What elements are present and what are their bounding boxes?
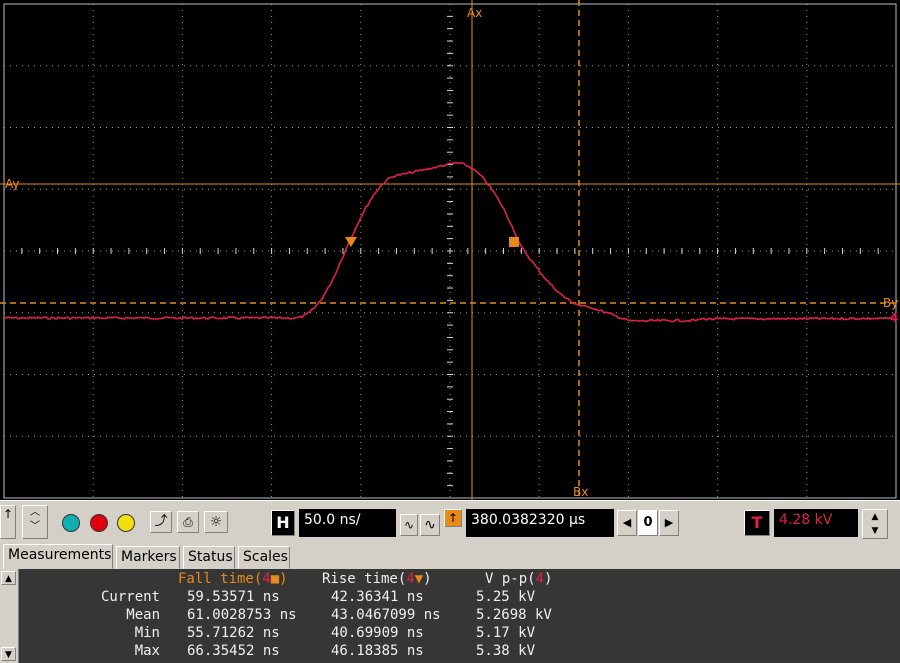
measurement-row-label: Current: [100, 589, 160, 605]
print-icon[interactable]: ⎙: [177, 511, 199, 533]
scroll-down-icon[interactable]: ▼: [1, 647, 16, 661]
fall-time-value: 66.35452 ns: [187, 643, 280, 659]
cursor-ax-label[interactable]: Ax: [467, 6, 482, 20]
cursor-by-label[interactable]: By: [883, 296, 898, 310]
tab-measurements[interactable]: Measurements: [3, 544, 113, 569]
vpp-header[interactable]: V p-p(4): [485, 571, 552, 587]
waveform-graticule[interactable]: [0, 0, 900, 500]
measurements-panel: Fall time(4■) Rise time(4▼) V p-p(4) Cur…: [0, 569, 900, 663]
channel-4-marker[interactable]: 4: [890, 311, 898, 325]
measurement-row-label: Max: [134, 643, 160, 659]
step-left-button[interactable]: ◀: [617, 510, 637, 536]
vpp-value: 5.25 kV: [476, 589, 536, 605]
tab-markers[interactable]: Markers: [116, 546, 180, 569]
channel-1-color-button[interactable]: [62, 514, 80, 532]
rise-time-value: 46.18385 ns: [331, 643, 424, 659]
measurement-row-label: Min: [134, 625, 160, 641]
step-value[interactable]: 0: [638, 510, 658, 536]
rise-time-value: 42.36341 ns: [331, 589, 424, 605]
horizontal-button[interactable]: H: [271, 510, 295, 536]
scroll-up-icon[interactable]: ▲: [1, 571, 16, 585]
channel-2-color-button[interactable]: [90, 514, 108, 532]
timebase-field[interactable]: 50.0 ns/: [299, 509, 396, 537]
fall-time-marker: [509, 237, 519, 247]
delay-reference-icon[interactable]: ↑: [444, 509, 462, 527]
fall-time-value: 59.53571 ns: [187, 589, 280, 605]
fall-time-value: 55.71262 ns: [187, 625, 280, 641]
rise-time-value: 43.0467099 ns: [331, 607, 441, 623]
fine-adjust-icon[interactable]: ∿: [400, 514, 418, 536]
channel-3-color-button[interactable]: [117, 514, 135, 532]
vpp-value: 5.2698 kV: [476, 607, 552, 623]
scope-display[interactable]: Ax Ay Bx By 4: [0, 0, 900, 500]
cursor-up-icon[interactable]: ↑: [0, 505, 16, 539]
brightness-icon[interactable]: ☼: [204, 511, 228, 533]
measurement-row-label: Mean: [126, 607, 160, 623]
trigger-button[interactable]: T: [744, 510, 770, 536]
measurements-scrollbar[interactable]: ▲ ▼: [0, 569, 19, 663]
tab-scales[interactable]: Scales: [238, 546, 290, 569]
step-right-button[interactable]: ▶: [659, 510, 679, 536]
vpp-value: 5.38 kV: [476, 643, 536, 659]
tab-status[interactable]: Status: [183, 546, 235, 569]
rise-time-value: 40.69909 ns: [331, 625, 424, 641]
autoscale-icon[interactable]: ⤴: [150, 511, 172, 533]
tab-bar: Measurements Markers Status Scales: [0, 544, 900, 569]
cursor-ay-label[interactable]: Ay: [5, 177, 20, 191]
vpp-value: 5.17 kV: [476, 625, 536, 641]
trigger-level-stepper[interactable]: ▲ ▼: [862, 509, 888, 539]
cursor-bx-label[interactable]: Bx: [573, 485, 588, 499]
trigger-level-field[interactable]: 4.28 kV: [774, 509, 858, 537]
wave-icon[interactable]: ∿: [420, 514, 440, 536]
zoom-stepper-button[interactable]: ︿ ﹀: [22, 505, 48, 539]
fall-time-value: 61.0028753 ns: [187, 607, 297, 623]
rise-time-header[interactable]: Rise time(4▼): [322, 571, 432, 587]
control-toolbar: ↑ ︿ ﹀ ⤴ ⎙ ☼ H 50.0 ns/ ∿ ∿ ↑ 380.0382320…: [0, 500, 900, 545]
channel-4-trace: [3, 161, 893, 323]
horizontal-position-field[interactable]: 380.0382320 µs: [466, 509, 614, 537]
fall-time-header[interactable]: Fall time(4■): [178, 571, 288, 587]
